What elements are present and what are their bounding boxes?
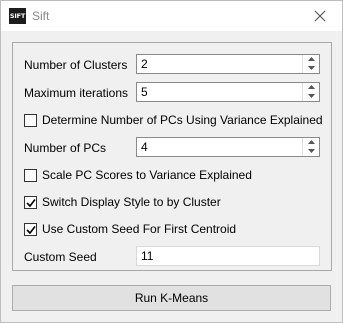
chevron-up-icon bbox=[308, 85, 315, 89]
custom-seed-input[interactable]: 11 bbox=[136, 246, 320, 266]
chevron-down-icon bbox=[308, 94, 315, 98]
determine-pcs-variance-checkbox[interactable] bbox=[24, 114, 37, 127]
max-iterations-value[interactable]: 5 bbox=[141, 85, 148, 99]
custom-seed-centroid-checkbox[interactable] bbox=[24, 223, 37, 236]
window-title: Sift bbox=[32, 9, 50, 23]
num-pcs-up-button[interactable] bbox=[303, 138, 319, 147]
num-pcs-down-button[interactable] bbox=[303, 147, 319, 156]
scale-pc-scores-checkbox[interactable] bbox=[24, 169, 37, 182]
num-pcs-arrows bbox=[302, 138, 319, 156]
scale-pc-scores-label[interactable]: Scale PC Scores to Variance Explained bbox=[42, 168, 252, 182]
chevron-down-icon bbox=[308, 66, 315, 70]
num-clusters-down-button[interactable] bbox=[303, 64, 319, 73]
checkmark-icon bbox=[26, 226, 36, 235]
max-iterations-arrows bbox=[302, 83, 319, 101]
num-pcs-value[interactable]: 4 bbox=[141, 140, 148, 154]
max-iterations-spinbox[interactable]: 5 bbox=[136, 82, 320, 102]
custom-seed-centroid-label[interactable]: Use Custom Seed For First Centroid bbox=[42, 222, 236, 236]
custom-seed-value[interactable]: 11 bbox=[141, 249, 153, 263]
close-button[interactable] bbox=[298, 1, 342, 31]
num-pcs-spinbox[interactable]: 4 bbox=[136, 137, 320, 157]
close-icon bbox=[314, 10, 326, 22]
determine-pcs-variance-label[interactable]: Determine Number of PCs Using Variance E… bbox=[42, 113, 323, 127]
num-clusters-arrows bbox=[302, 55, 319, 73]
num-clusters-up-button[interactable] bbox=[303, 55, 319, 64]
num-clusters-value[interactable]: 2 bbox=[141, 57, 148, 71]
switch-display-style-checkbox[interactable] bbox=[24, 196, 37, 209]
switch-display-style-label[interactable]: Switch Display Style to by Cluster bbox=[42, 195, 221, 209]
max-iterations-up-button[interactable] bbox=[303, 83, 319, 92]
custom-seed-label: Custom Seed bbox=[24, 250, 97, 264]
run-kmeans-button[interactable]: Run K-Means bbox=[12, 285, 331, 311]
sift-window: SIFT Sift Number of Clusters 2 Maximum i… bbox=[0, 0, 343, 323]
title-bar[interactable]: SIFT Sift bbox=[1, 1, 342, 31]
chevron-up-icon bbox=[308, 57, 315, 61]
sift-app-icon: SIFT bbox=[9, 8, 26, 24]
num-clusters-label: Number of Clusters bbox=[24, 58, 128, 72]
max-iterations-down-button[interactable] bbox=[303, 92, 319, 101]
chevron-up-icon bbox=[308, 140, 315, 144]
num-pcs-label: Number of PCs bbox=[24, 141, 107, 155]
chevron-down-icon bbox=[308, 149, 315, 153]
max-iterations-label: Maximum iterations bbox=[24, 86, 129, 100]
num-clusters-spinbox[interactable]: 2 bbox=[136, 54, 320, 74]
checkmark-icon bbox=[26, 199, 36, 208]
